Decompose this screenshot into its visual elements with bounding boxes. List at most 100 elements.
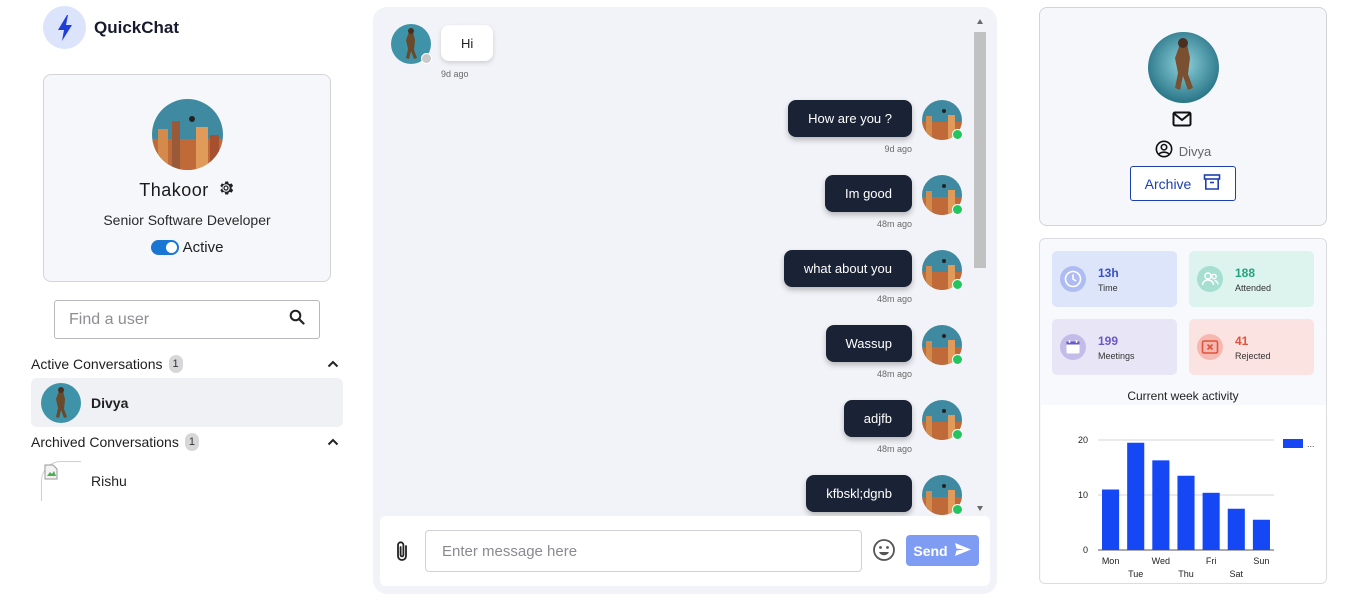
- message-input[interactable]: [425, 530, 862, 572]
- x-tick-label: Thu: [1178, 569, 1194, 579]
- stat-label: Meetings: [1098, 350, 1135, 361]
- y-tick-label: 20: [1078, 435, 1088, 445]
- bar-fri: [1202, 492, 1220, 550]
- search-input[interactable]: [69, 310, 289, 329]
- bar-sun: [1252, 519, 1270, 550]
- brand: QuickChat: [43, 6, 179, 49]
- message-bubble: adjfb: [843, 400, 912, 437]
- legend-label: ...: [1307, 439, 1315, 449]
- avatar: [922, 400, 963, 440]
- user-circle-icon: [1155, 140, 1173, 163]
- bolt-icon: [43, 6, 86, 49]
- message-outgoing: what about you: [783, 250, 963, 290]
- chat-scrollbar[interactable]: [973, 17, 987, 513]
- x-tick-label: Tue: [1128, 569, 1143, 579]
- app-name: QuickChat: [94, 17, 180, 37]
- x-tick-label: Sun: [1253, 556, 1269, 566]
- profile-avatar: [152, 99, 223, 170]
- status-label: Active: [182, 239, 224, 256]
- message-outgoing: How are you ?: [788, 100, 963, 140]
- archive-button[interactable]: Archive: [1130, 166, 1236, 201]
- message-time: 9d ago: [884, 144, 912, 154]
- conversation-item-divya[interactable]: Divya: [31, 378, 343, 427]
- bar-wed: [1152, 460, 1170, 550]
- message-outgoing: Wassup: [825, 325, 963, 365]
- message-outgoing: adjfb: [843, 400, 963, 440]
- stat-label: Attended: [1235, 282, 1272, 293]
- avatar: [922, 250, 963, 290]
- message-bubble: Hi: [441, 25, 494, 61]
- stat-value: 13h: [1098, 265, 1119, 280]
- avatar: [922, 325, 963, 365]
- legend-swatch: [1283, 439, 1303, 448]
- x-tick-label: Wed: [1152, 556, 1170, 566]
- bar-mon: [1102, 489, 1120, 550]
- online-status-dot: [952, 429, 963, 440]
- active-count-badge: 1: [168, 355, 183, 373]
- mail-icon[interactable]: [1172, 111, 1192, 132]
- message-bubble: Im good: [825, 175, 912, 212]
- contact-avatar: [1148, 32, 1219, 103]
- scrollbar-thumb[interactable]: [974, 32, 986, 268]
- gear-icon[interactable]: [217, 179, 235, 202]
- active-conversations-header[interactable]: Active Conversations 1: [31, 352, 343, 376]
- conversation-name: Rishu: [91, 472, 127, 489]
- y-tick-label: 0: [1083, 545, 1088, 555]
- paperclip-icon[interactable]: [395, 540, 409, 567]
- avatar: [922, 475, 963, 515]
- activity-chart: 0 10 20 Mon Tue Wed Thu Fri Sat Sun...: [1041, 405, 1326, 583]
- message-bubble: what about you: [783, 250, 912, 287]
- message-bubble: Wassup: [825, 325, 912, 362]
- message-outgoing: Im good: [825, 175, 963, 215]
- x-tick-label: Mon: [1102, 556, 1120, 566]
- archived-count-badge: 1: [184, 433, 199, 451]
- emoji-icon[interactable]: [872, 538, 896, 567]
- x-tick-label: Sat: [1230, 569, 1244, 579]
- stat-tile-meetings: 199 Meetings: [1052, 319, 1177, 375]
- message-outgoing: kfbskl;dgnb: [806, 475, 963, 515]
- bar-tue: [1127, 442, 1145, 550]
- active-conversations-title: Active Conversations: [31, 356, 163, 372]
- message-time: 48m ago: [876, 369, 912, 379]
- send-button[interactable]: Send: [906, 535, 979, 566]
- online-status-dot: [952, 354, 963, 365]
- archived-conversations-header[interactable]: Archived Conversations 1: [31, 430, 343, 454]
- offline-status-dot: [421, 53, 432, 64]
- contact-name: Divya: [1178, 144, 1212, 159]
- stat-tile-attended: 188 Attended: [1189, 251, 1314, 307]
- status-toggle[interactable]: [150, 240, 179, 255]
- stat-label: Rejected: [1235, 350, 1271, 361]
- activity-chart-svg: 0 10 20 Mon Tue Wed Thu Fri Sat Sun...: [1078, 435, 1315, 579]
- bar-sat: [1227, 508, 1245, 550]
- avatar: [922, 100, 963, 140]
- conversation-item-rishu[interactable]: Rishu: [31, 456, 343, 505]
- message-bubble: kfbskl;dgnb: [806, 475, 912, 512]
- archived-conversations-title: Archived Conversations: [31, 434, 179, 450]
- stat-value: 199: [1098, 333, 1119, 348]
- avatar: [41, 382, 81, 423]
- conversation-name: Divya: [91, 394, 129, 411]
- message-time: 48m ago: [876, 294, 912, 304]
- send-icon: [954, 542, 972, 560]
- search-icon[interactable]: [289, 309, 305, 330]
- stat-tile-time: 13h Time: [1052, 251, 1177, 307]
- y-tick-label: 10: [1078, 490, 1088, 500]
- message-composer: Send: [380, 516, 990, 586]
- message-incoming: Hi: [391, 24, 494, 64]
- online-status-dot: [952, 279, 963, 290]
- broken-image-icon: [41, 460, 81, 501]
- users-icon: [1197, 266, 1223, 292]
- calendar-icon: [1060, 334, 1086, 360]
- stat-value: 41: [1235, 333, 1249, 348]
- chevron-up-icon[interactable]: [327, 355, 339, 373]
- avatar: [922, 175, 963, 215]
- archive-label: Archive: [1144, 175, 1192, 192]
- chevron-up-icon[interactable]: [327, 433, 339, 451]
- archive-icon: [1203, 173, 1221, 194]
- search-box: [54, 300, 320, 339]
- stats-card: 13h Time 188 Attended 199 Meetings 41 Re…: [1039, 238, 1327, 584]
- online-status-dot: [952, 204, 963, 215]
- stat-label: Time: [1098, 282, 1118, 293]
- stat-value: 188: [1235, 265, 1256, 280]
- profile-card: Thakoor Senior Software Developer Active: [43, 74, 331, 282]
